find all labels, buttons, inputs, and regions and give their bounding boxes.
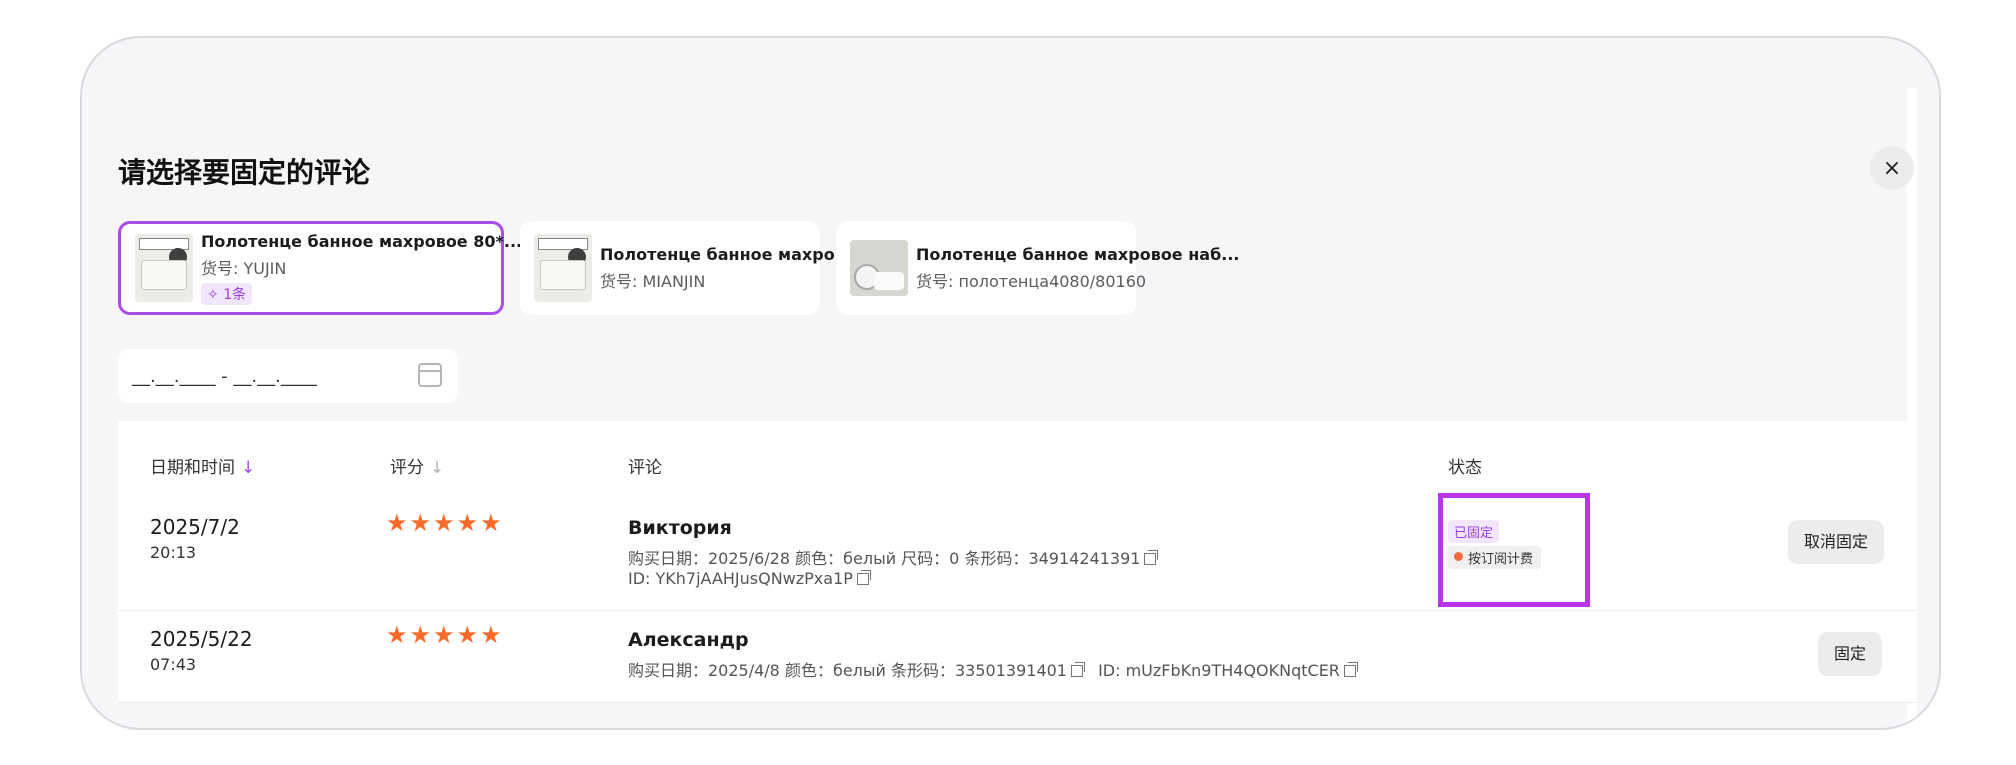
review-time: 07:43 [150,655,197,674]
product-thumbnail [534,234,592,302]
sort-arrow-icon[interactable]: ↓ [241,458,255,478]
reviews-table: 日期和时间 ↓ 评分 ↓ 评论 状态 2025/7/2 20:13 ★★★★★ Ви… [118,421,1916,703]
copy-icon[interactable] [1070,662,1085,677]
row-divider [118,610,1916,611]
pinned-count-badge: ✧ 1条 [201,282,253,305]
close-icon: × [1882,155,1902,181]
unpin-button[interactable]: 取消固定 [1788,520,1884,564]
date-range-input[interactable]: __.__.____ - __.__.____ [118,349,458,403]
row-divider [118,702,1916,703]
product-sku: 货号: полотенца4080/80160 [916,271,1147,291]
product-card-3[interactable]: Полотенце банное махровое наб... 货号: пол… [836,221,1239,315]
calendar-icon[interactable] [418,363,442,387]
pin-button[interactable]: 固定 [1818,632,1882,676]
review-author: Виктория [628,517,732,539]
copy-icon[interactable] [1144,550,1159,565]
review-details: 购买日期：2025/6/28 颜色：белый 尺码：0 条形码：3491424… [628,545,1159,569]
review-date: 2025/5/22 [150,627,253,651]
copy-icon[interactable] [1343,662,1358,677]
review-id: ID: YKh7jAAHJusQNwzPxa1P [628,569,871,588]
review-author: Александр [628,629,749,651]
review-date: 2025/7/2 [150,515,240,539]
review-details: 购买日期：2025/4/8 颜色：белый 条形码：33501391401 I… [628,657,1358,681]
status-badge-billing: 按订阅计费 [1448,546,1542,569]
review-time: 20:13 [150,543,197,562]
product-card-1[interactable]: Полотенце банное махровое 80*... 货号: YUJ… [118,221,522,315]
product-name: Полотенце банное махровое наб... [916,244,1240,264]
pin-icon: ✧ [207,286,219,303]
star-rating: ★★★★★ [386,509,504,537]
copy-icon[interactable] [856,570,871,585]
close-button[interactable]: × [1870,146,1914,190]
product-card-2[interactable]: Полотенце банное махровое 40*... 货号: MIA… [520,221,921,315]
product-thumbnail [850,240,908,296]
date-range-value: __.__.____ - __.__.____ [132,365,317,387]
product-sku: 货号: YUJIN [201,258,287,278]
modal-dialog: 请选择要固定的评论 × Полотенце банное махровое 80… [80,36,1941,730]
column-header-rating[interactable]: 评分 ↓ [390,453,444,478]
star-rating: ★★★★★ [386,621,504,649]
modal-title: 请选择要固定的评论 [118,156,371,189]
column-header-status: 状态 [1448,458,1482,478]
column-header-comment: 评论 [628,458,662,478]
column-header-datetime[interactable]: 日期和时间 ↓ [150,453,255,478]
sort-arrow-icon[interactable]: ↓ [430,458,444,478]
product-thumbnail [135,234,193,302]
status-badge-fixed: 已固定 [1448,520,1500,543]
product-name: Полотенце банное махровое 80*... [201,231,523,251]
